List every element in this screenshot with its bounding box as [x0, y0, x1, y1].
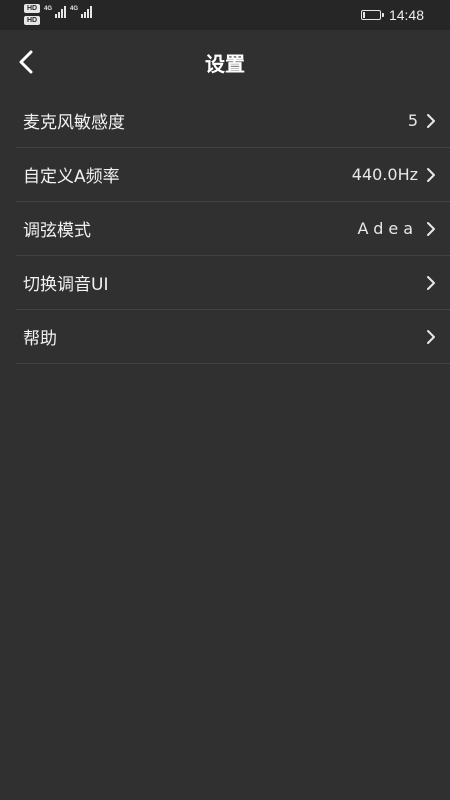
signal-icon: 4G: [44, 6, 67, 18]
app-header: 设置: [0, 30, 450, 94]
setting-label: 麦克风敏感度: [23, 113, 125, 133]
network-type-label: 4G: [44, 6, 53, 12]
setting-switch-tuner-ui[interactable]: 切换调音UI: [16, 256, 450, 310]
setting-tuning-mode[interactable]: 调弦模式 Adea: [16, 202, 450, 256]
status-bar: HD HD 4G 4G 14:48: [0, 0, 450, 30]
setting-right: [418, 310, 436, 363]
hd-badges: HD HD: [24, 4, 40, 25]
setting-value: 5: [407, 111, 418, 130]
chevron-right-icon: [426, 167, 436, 183]
setting-mic-sensitivity[interactable]: 麦克风敏感度 5: [16, 94, 450, 148]
battery-fill: [362, 12, 365, 18]
status-left: HD HD 4G 4G: [24, 4, 93, 25]
chevron-right-icon: [426, 275, 436, 291]
status-time: 14:48: [388, 7, 424, 23]
chevron-right-icon: [426, 221, 436, 237]
network-type-label: 4G: [70, 6, 79, 12]
setting-label: 调弦模式: [23, 221, 91, 241]
setting-label: 切换调音UI: [23, 275, 109, 295]
chevron-right-icon: [426, 113, 436, 129]
signal-icon: 4G: [70, 6, 93, 18]
setting-label: 帮助: [23, 329, 57, 349]
signal-bars-icon: [55, 6, 67, 18]
status-right: 14:48: [360, 7, 424, 23]
setting-right: 5: [408, 94, 436, 147]
hd-badge: HD: [24, 4, 40, 13]
hd-badge: HD: [24, 16, 40, 25]
page-title: 设置: [205, 52, 245, 76]
signal-bars-icon: [81, 6, 93, 18]
setting-right: [418, 256, 436, 309]
settings-list: 麦克风敏感度 5 自定义A频率 440.0Hz 调弦模式 Adea 切换调音UI: [16, 94, 450, 364]
setting-value: Adea: [357, 219, 418, 238]
battery-icon: [360, 10, 384, 20]
chevron-right-icon: [426, 329, 436, 345]
setting-help[interactable]: 帮助: [16, 310, 450, 364]
setting-right: Adea: [358, 202, 436, 255]
setting-label: 自定义A频率: [23, 167, 120, 187]
setting-custom-a-frequency[interactable]: 自定义A频率 440.0Hz: [16, 148, 450, 202]
setting-value: 440.0Hz: [351, 165, 418, 184]
setting-right: 440.0Hz: [352, 148, 436, 201]
